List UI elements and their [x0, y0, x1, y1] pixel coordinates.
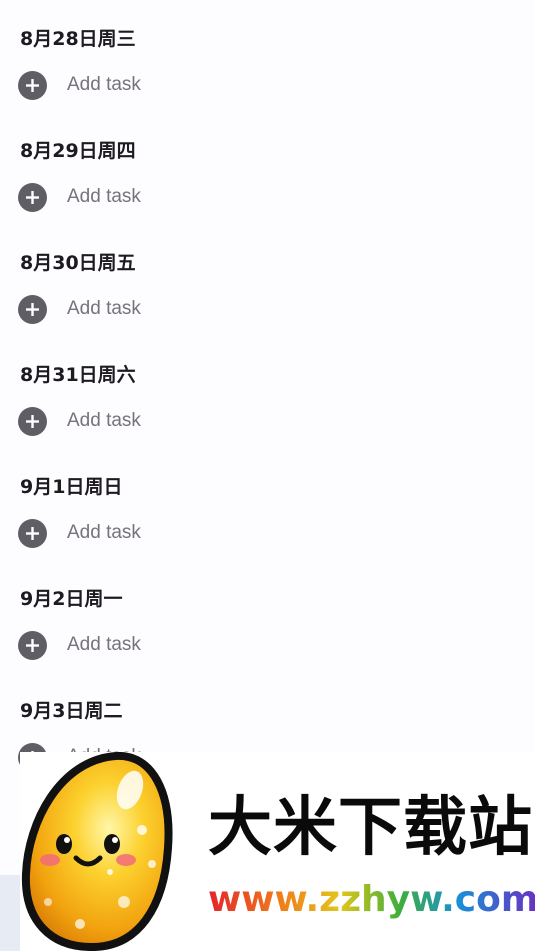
- add-task-button[interactable]: Add task: [18, 406, 141, 436]
- watermark-edge: [0, 875, 20, 951]
- day-section-0901: 9月1日周日 Add task: [0, 448, 535, 560]
- watermark-url: www.zzhyw.com: [208, 876, 535, 924]
- plus-circle-icon: [18, 182, 47, 212]
- add-task-label: Add task: [67, 74, 141, 95]
- day-heading: 9月2日周一: [20, 588, 123, 610]
- add-task-button[interactable]: Add task: [18, 630, 141, 660]
- day-section-0829: 8月29日周四 Add task: [0, 112, 535, 224]
- add-task-label: Add task: [67, 634, 141, 655]
- add-task-label: Add task: [67, 522, 141, 543]
- day-section-0828: 8月28日周三 Add task: [0, 0, 535, 112]
- day-heading: 8月29日周四: [20, 140, 136, 162]
- add-task-button[interactable]: Add task: [18, 294, 141, 324]
- site-watermark: 大米下载站 www.zzhyw.com: [20, 752, 535, 951]
- plus-circle-icon: [18, 70, 47, 100]
- add-task-button[interactable]: Add task: [18, 70, 141, 100]
- day-heading: 9月3日周二: [20, 700, 123, 722]
- day-heading: 9月1日周日: [20, 476, 123, 498]
- add-task-button[interactable]: Add task: [18, 518, 141, 548]
- day-section-0831: 8月31日周六 Add task: [0, 336, 535, 448]
- plus-circle-icon: [18, 406, 47, 436]
- add-task-button[interactable]: Add task: [18, 182, 141, 212]
- watermark-brand-name: 大米下载站: [208, 791, 533, 865]
- day-heading: 8月30日周五: [20, 252, 136, 274]
- plus-circle-icon: [18, 294, 47, 324]
- day-section-0902: 9月2日周一 Add task: [0, 560, 535, 672]
- rice-grain-mascot-icon: [21, 752, 173, 951]
- day-section-0830: 8月30日周五 Add task: [0, 224, 535, 336]
- day-heading: 8月31日周六: [20, 364, 136, 386]
- add-task-label: Add task: [67, 298, 141, 319]
- add-task-label: Add task: [67, 410, 141, 431]
- plus-circle-icon: [18, 630, 47, 660]
- day-heading: 8月28日周三: [20, 28, 136, 50]
- plus-circle-icon: [18, 518, 47, 548]
- add-task-label: Add task: [67, 186, 141, 207]
